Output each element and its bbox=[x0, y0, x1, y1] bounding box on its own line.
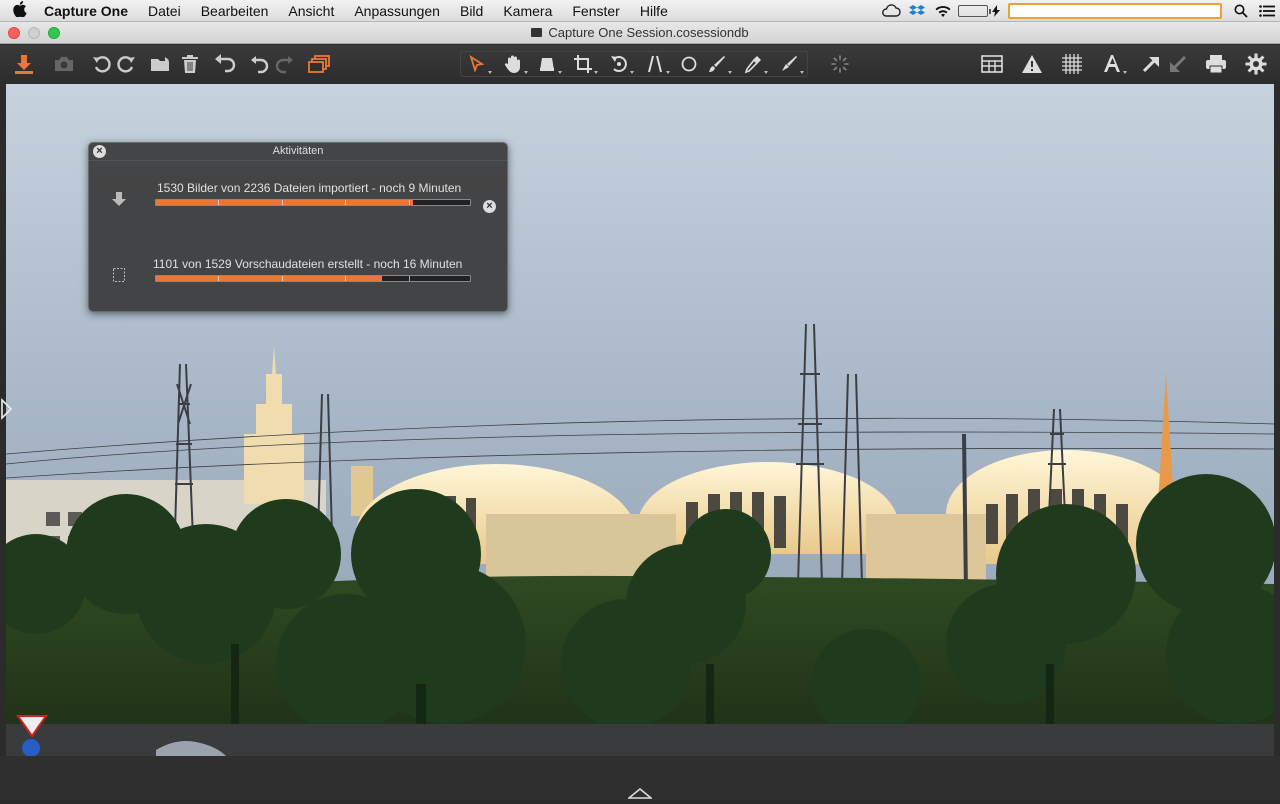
print-icon[interactable] bbox=[1203, 51, 1229, 77]
grid-overlay-icon[interactable] bbox=[1059, 51, 1085, 77]
progress-tick bbox=[282, 200, 283, 205]
activity-import-ticks bbox=[155, 199, 471, 206]
creative-cloud-icon[interactable] bbox=[878, 0, 904, 22]
eraser-icon[interactable] bbox=[776, 51, 804, 77]
rotate-right-icon[interactable] bbox=[114, 51, 140, 77]
progress-tick bbox=[218, 276, 219, 281]
process-arrow-icon[interactable] bbox=[1165, 51, 1191, 77]
pan-hand-icon[interactable] bbox=[500, 51, 528, 77]
undo-all-icon[interactable] bbox=[212, 51, 238, 77]
text-icon[interactable] bbox=[1099, 51, 1127, 77]
keystone-icon[interactable] bbox=[642, 51, 670, 77]
app-name-menu[interactable]: Capture One bbox=[40, 3, 138, 19]
window-title-text: Capture One Session.cosessiondb bbox=[548, 25, 749, 40]
progress-tick bbox=[345, 200, 346, 205]
brush-tool-caret-icon bbox=[728, 71, 732, 74]
grid-view-icon[interactable] bbox=[979, 51, 1005, 77]
activity-previews-label: 1101 von 1529 Vorschaudateien erstellt -… bbox=[153, 257, 463, 271]
notification-center-icon[interactable] bbox=[1254, 0, 1280, 22]
activities-title: Aktivitäten bbox=[272, 145, 324, 157]
window-title-bar: Capture One Session.cosessiondb bbox=[0, 22, 1280, 44]
progress-tick bbox=[409, 276, 410, 281]
spot-icon[interactable] bbox=[676, 51, 702, 77]
crop-icon[interactable] bbox=[570, 51, 598, 77]
import-icon[interactable] bbox=[11, 51, 37, 77]
wifi-icon[interactable] bbox=[930, 0, 956, 22]
text-tool-caret-icon bbox=[1123, 71, 1127, 74]
progress-tick bbox=[282, 276, 283, 281]
spotlight-search-icon[interactable] bbox=[1228, 0, 1254, 22]
activity-previews: 1101 von 1529 Vorschaudateien erstellt -… bbox=[89, 257, 507, 297]
select-cursor-icon[interactable] bbox=[464, 51, 492, 77]
filmstrip-bar bbox=[0, 756, 1280, 800]
loupe-icon[interactable] bbox=[534, 51, 562, 77]
activities-header: × Aktivitäten bbox=[89, 143, 507, 161]
show-browser-toggle-icon[interactable] bbox=[626, 786, 654, 804]
spotlight-search-field[interactable] bbox=[1008, 3, 1222, 19]
menu-bearbeiten[interactable]: Bearbeiten bbox=[191, 3, 279, 19]
cancel-import-button[interactable]: × bbox=[483, 200, 496, 213]
exposure-warning-icon[interactable] bbox=[1019, 51, 1045, 77]
window-title: Capture One Session.cosessiondb bbox=[0, 25, 1280, 40]
apple-menu-icon[interactable] bbox=[0, 0, 40, 21]
menu-anpassungen[interactable]: Anpassungen bbox=[344, 3, 450, 19]
rotate-tool-icon[interactable] bbox=[606, 51, 634, 77]
camera-icon[interactable] bbox=[51, 51, 77, 77]
activity-import: 1530 Bilder von 2236 Dateien importiert … bbox=[89, 181, 507, 221]
dropbox-icon[interactable] bbox=[904, 0, 930, 22]
main-toolbar bbox=[0, 45, 1280, 84]
redo-icon[interactable] bbox=[272, 51, 298, 77]
settings-gear-icon[interactable] bbox=[1243, 51, 1269, 77]
menu-hilfe[interactable]: Hilfe bbox=[630, 3, 678, 19]
loading-spinner-icon bbox=[827, 51, 853, 77]
color-picker-icon[interactable] bbox=[740, 51, 768, 77]
menu-bar: Capture One Datei Bearbeiten Ansicht Anp… bbox=[0, 0, 1280, 22]
rotate-tool-caret-icon bbox=[630, 71, 634, 74]
pan-tool-caret-icon bbox=[524, 71, 528, 74]
brush-icon[interactable] bbox=[704, 51, 732, 77]
download-arrow-icon bbox=[109, 189, 129, 209]
picker-tool-caret-icon bbox=[764, 71, 768, 74]
eraser-tool-caret-icon bbox=[800, 71, 804, 74]
loupe-tool-caret-icon bbox=[558, 71, 562, 74]
close-activities-button[interactable]: × bbox=[93, 145, 106, 158]
left-panel-toggle-icon[interactable] bbox=[0, 398, 14, 420]
activity-import-label: 1530 Bilder von 2236 Dateien importiert … bbox=[157, 181, 462, 195]
menu-kamera[interactable]: Kamera bbox=[493, 3, 562, 19]
progress-tick bbox=[409, 200, 410, 205]
rotate-left-icon[interactable] bbox=[88, 51, 114, 77]
activities-panel: × Aktivitäten 1530 Bilder von 2236 Datei… bbox=[88, 142, 508, 312]
folder-icon[interactable] bbox=[148, 51, 174, 77]
trash-icon[interactable] bbox=[177, 51, 203, 77]
menu-datei[interactable]: Datei bbox=[138, 3, 191, 19]
stacks-icon[interactable] bbox=[306, 51, 332, 77]
menu-ansicht[interactable]: Ansicht bbox=[278, 3, 344, 19]
export-arrow-icon[interactable] bbox=[1138, 51, 1164, 77]
crop-tool-caret-icon bbox=[594, 71, 598, 74]
menu-fenster[interactable]: Fenster bbox=[562, 3, 629, 19]
session-document-icon bbox=[531, 28, 543, 38]
select-tool-caret-icon bbox=[488, 71, 492, 74]
activity-previews-ticks bbox=[155, 275, 471, 282]
menu-bild[interactable]: Bild bbox=[450, 3, 493, 19]
keystone-tool-caret-icon bbox=[666, 71, 670, 74]
undo-icon[interactable] bbox=[246, 51, 272, 77]
preview-frame-icon bbox=[109, 265, 129, 285]
progress-tick bbox=[345, 276, 346, 281]
charging-bolt-icon bbox=[990, 0, 1002, 22]
battery-icon[interactable] bbox=[958, 5, 991, 17]
progress-tick bbox=[218, 200, 219, 205]
